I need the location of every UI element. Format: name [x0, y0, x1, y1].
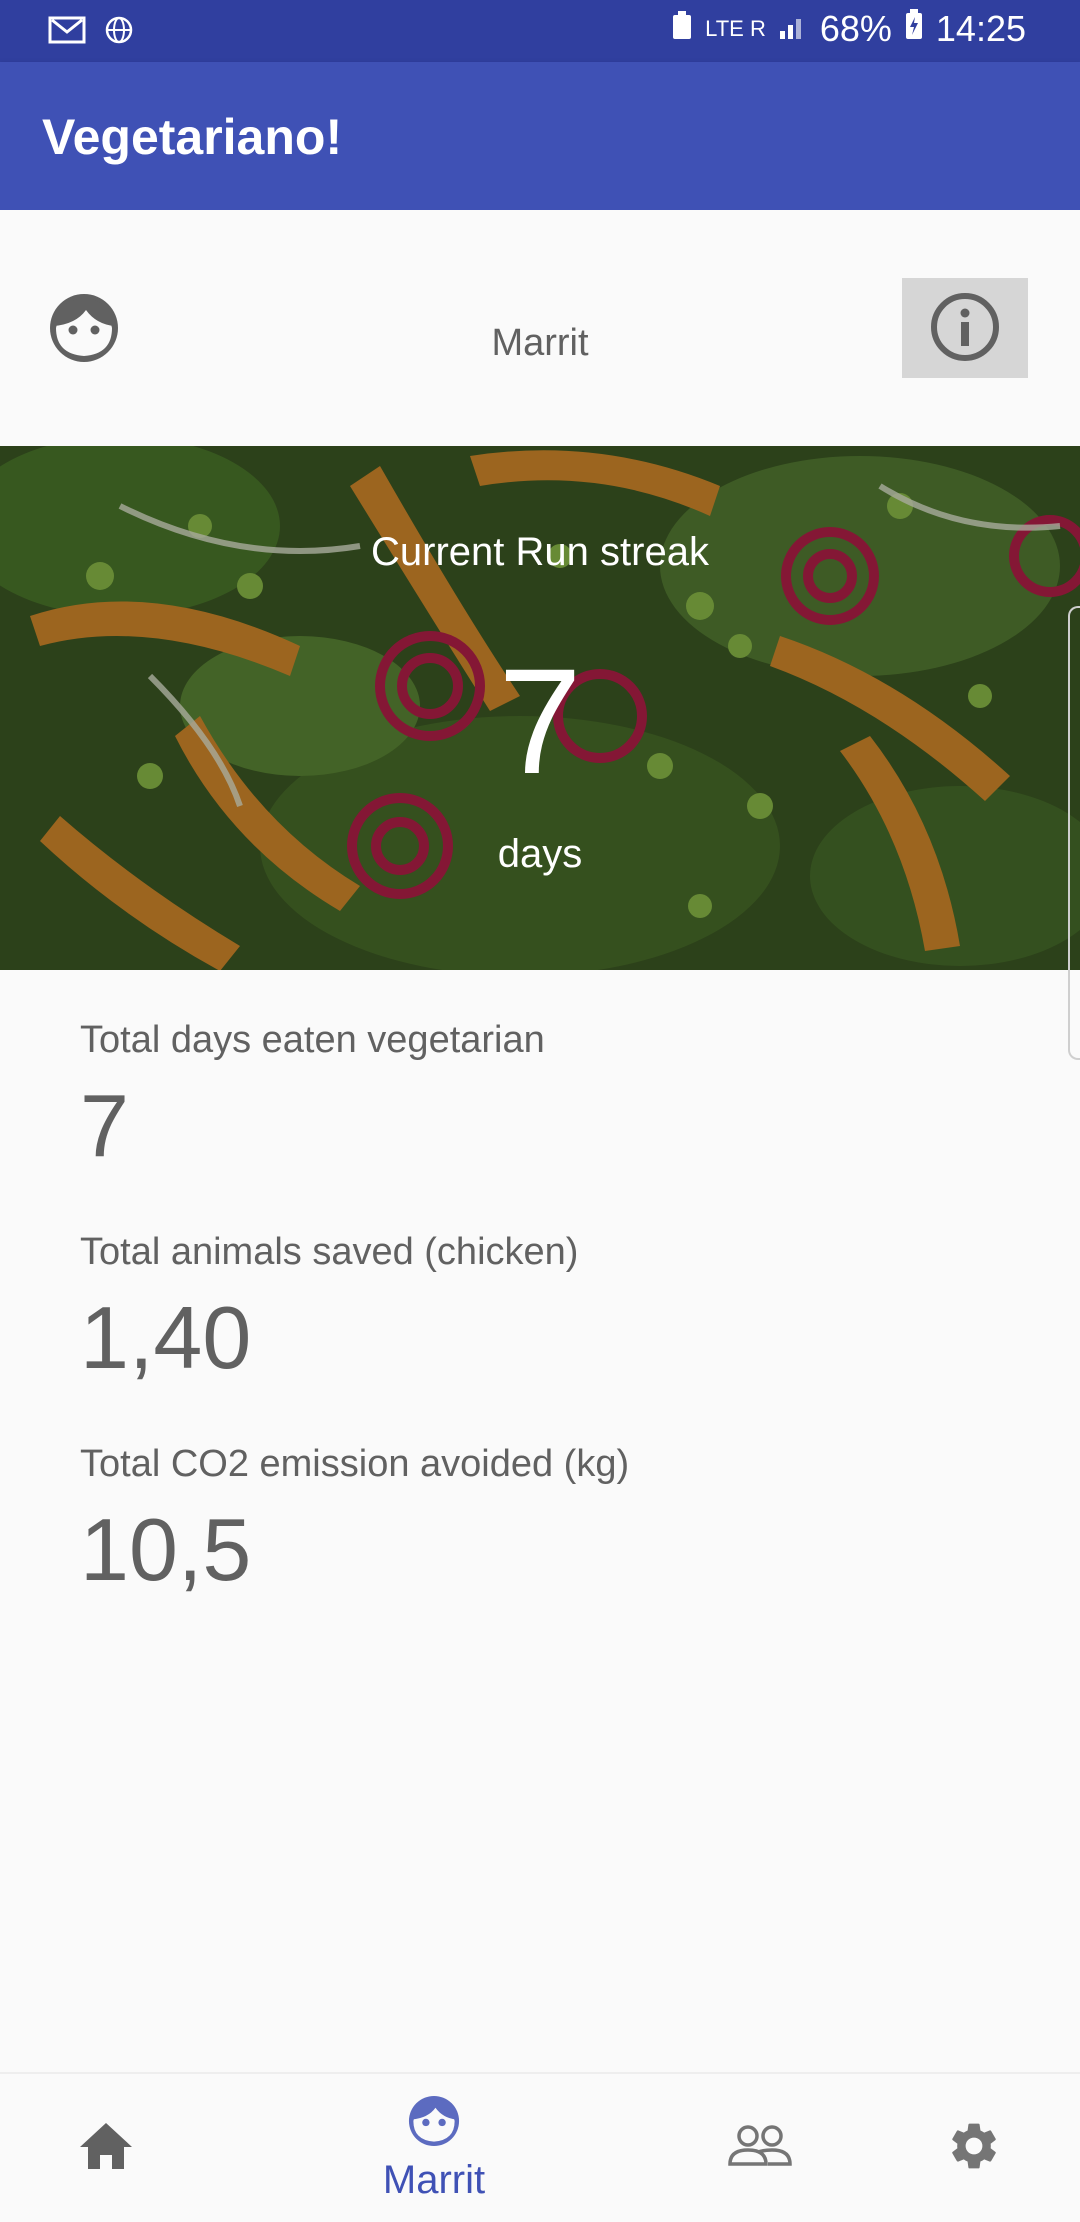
status-bar: LTE R 68% 14:25 [0, 0, 1080, 62]
people-icon [728, 2124, 792, 2173]
battery-saver-icon [671, 8, 693, 50]
app-bar: Vegetariano! [0, 62, 1080, 210]
stat-label: Total CO2 emission avoided (kg) [80, 1443, 630, 1485]
gmail-icon [48, 14, 86, 51]
globe-icon [104, 15, 134, 50]
profile-header: Marrit [0, 210, 1080, 446]
battery-percent: 68% [819, 8, 892, 49]
streak-unit: days [497, 832, 583, 876]
gear-icon [946, 2118, 1002, 2179]
nav-settings[interactable] [874, 2074, 1074, 2222]
stat-total-days: Total days eaten vegetarian 7 [80, 1010, 1000, 1222]
stat-label: Total animals saved (chicken) [80, 1231, 579, 1273]
stat-value: 7 [80, 1076, 129, 1175]
battery-icon [904, 8, 924, 50]
clock: 14:25 [935, 8, 1026, 49]
stat-animals-saved: Total animals saved (chicken) 1,40 [80, 1222, 1000, 1434]
edge-panel-handle[interactable] [1068, 606, 1080, 1060]
stat-co2-avoided: Total CO2 emission avoided (kg) 10,5 [80, 1434, 1000, 1646]
streak-value: 7 [498, 637, 582, 805]
info-icon [929, 291, 1001, 366]
nav-friends[interactable] [660, 2074, 860, 2222]
streak-label: Current Run streak [371, 530, 709, 574]
stat-value: 10,5 [80, 1500, 252, 1599]
signal-icon [778, 8, 808, 50]
stats-list: Total days eaten vegetarian 7 Total anim… [80, 1010, 1000, 1646]
nav-profile-label: Marrit [382, 2158, 486, 2202]
nav-home[interactable] [6, 2074, 206, 2222]
stat-value: 1,40 [80, 1288, 252, 1387]
nav-profile[interactable]: Marrit [334, 2074, 534, 2222]
home-icon [78, 2121, 134, 2176]
info-button[interactable] [902, 278, 1028, 378]
streak-banner: Current Run streak 7 days [0, 446, 1080, 970]
network-type: LTE R [705, 16, 766, 41]
app-title: Vegetariano! [42, 109, 343, 165]
face-icon [406, 2093, 462, 2154]
bottom-navigation: Marrit [0, 2072, 1080, 2222]
stat-label: Total days eaten vegetarian [80, 1019, 545, 1061]
